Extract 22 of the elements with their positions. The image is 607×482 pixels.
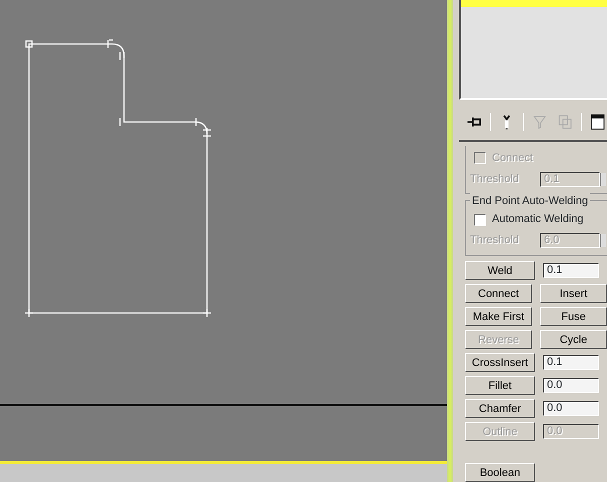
command-button[interactable]: Insert <box>540 284 607 303</box>
spinner-field[interactable]: 0.0 <box>543 401 599 416</box>
command-button[interactable]: Make First <box>465 307 532 326</box>
field-label: Threshold <box>470 233 520 248</box>
command-button[interactable]: Connect <box>465 284 532 303</box>
command-button[interactable]: Fuse <box>540 307 607 326</box>
spinner-field[interactable]: 0.1 <box>543 263 599 278</box>
group-title: End Point Auto-Welding <box>470 192 590 209</box>
command-button[interactable]: CrossInsert <box>465 353 535 372</box>
field-label: Threshold <box>470 172 520 187</box>
command-button[interactable]: Weld <box>465 261 535 280</box>
spinner-field[interactable]: 0.1 <box>543 355 599 370</box>
command-button[interactable]: Fillet <box>465 376 535 395</box>
checkbox-label: Automatic Welding <box>492 212 584 228</box>
checkbox[interactable] <box>474 214 486 226</box>
command-button[interactable]: Chamfer <box>465 399 535 418</box>
command-button[interactable]: Boolean <box>465 463 535 482</box>
checkbox-label: Connect <box>492 150 533 166</box>
spinner-arrows-icon[interactable] <box>600 172 606 186</box>
spinner-arrows-icon[interactable] <box>600 234 606 247</box>
spinner-field[interactable]: 0.0 <box>543 378 599 393</box>
command-button[interactable]: Cycle <box>540 330 607 349</box>
